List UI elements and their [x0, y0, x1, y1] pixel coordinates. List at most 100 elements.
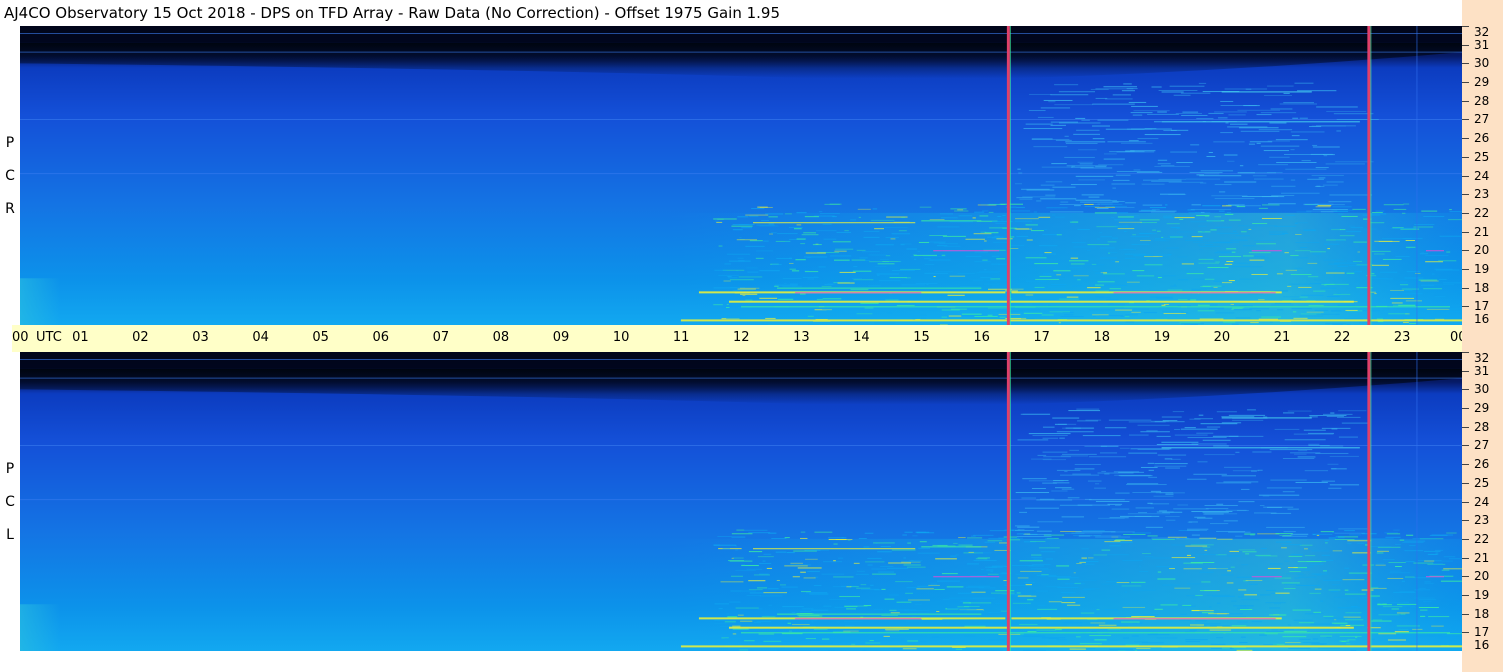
interference-band [1251, 250, 1282, 252]
freq-label: 29 [1474, 401, 1490, 416]
time-axis: 00 UTC 01 02 03 04 05 06 07 08 09 10 11 12 13 14 15 16 1… [12, 325, 1492, 352]
rcp-letter-p: P [5, 135, 15, 151]
interference-band [753, 222, 916, 224]
freq-label: 16 [1474, 638, 1490, 652]
time-label: 08 [492, 330, 510, 345]
freq-tick [1462, 63, 1469, 65]
freq-axis-gap [1462, 325, 1503, 352]
freq-tick [1462, 464, 1469, 466]
interference-band [777, 287, 982, 289]
freq-tick [1462, 501, 1469, 503]
freq-label: 21 [1474, 224, 1490, 239]
freq-label: 24 [1474, 168, 1490, 183]
interference-band [921, 546, 982, 548]
interference-band [680, 645, 1462, 648]
freq-tick [1462, 538, 1469, 540]
vertical-marker-edge [1370, 352, 1372, 651]
freq-tick [1462, 287, 1469, 289]
time-label: 11 [672, 330, 690, 345]
time-label-utc: UTC [36, 330, 62, 345]
time-label: 01 [72, 330, 89, 345]
left-edge-glow [20, 604, 60, 651]
freq-axis-footer [1462, 651, 1503, 672]
freq-label: 18 [1474, 606, 1490, 621]
lcp-letter-p: P [5, 461, 15, 477]
time-label: 05 [312, 330, 329, 345]
freq-label: 25 [1474, 475, 1490, 490]
time-label: 07 [432, 330, 450, 345]
vertical-marker-edge [1009, 352, 1011, 651]
freq-tick [1462, 100, 1469, 102]
frame-top-strip [1462, 0, 1503, 26]
freq-tick [1462, 370, 1469, 372]
interference-band [1425, 250, 1444, 252]
interference-band [777, 613, 982, 615]
freq-tick [1462, 194, 1469, 196]
freq-label: 26 [1474, 457, 1490, 472]
freq-label: 25 [1474, 149, 1490, 164]
freq-label: 32 [1474, 25, 1490, 39]
time-label: 06 [372, 330, 390, 345]
interference-band [933, 576, 1000, 578]
freq-tick [1462, 352, 1469, 353]
freq-tick [1462, 44, 1469, 46]
freq-tick [1462, 426, 1469, 428]
freq-label: 19 [1474, 261, 1490, 276]
time-label: 03 [192, 330, 209, 345]
time-label: 21 [1273, 330, 1291, 345]
lcp-spectrogram [20, 352, 1462, 651]
time-label: 15 [913, 330, 930, 345]
rcp-label: P C R [0, 26, 20, 325]
time-label: 04 [252, 330, 269, 345]
freq-label: 30 [1474, 56, 1490, 71]
freq-label: 31 [1474, 363, 1490, 378]
vertical-marker-edge [1009, 26, 1011, 325]
vertical-marker [1006, 26, 1010, 325]
interference-band [1221, 417, 1312, 419]
freq-tick [1462, 445, 1469, 447]
lcp-spectrogram-canvas [20, 352, 1462, 651]
interference-band [933, 250, 1000, 252]
freq-tick [1462, 175, 1469, 177]
freq-tick [1462, 557, 1469, 559]
freq-label: 21 [1474, 550, 1490, 565]
rcp-letter-c: C [5, 168, 15, 184]
freq-tick [1462, 212, 1469, 214]
left-edge-glow [20, 278, 60, 325]
time-label: 16 [973, 330, 990, 345]
freq-tick [1462, 250, 1469, 252]
freq-tick [1462, 576, 1469, 578]
interference-band [1251, 576, 1282, 578]
time-label: 17 [1033, 330, 1050, 345]
interference-band [795, 618, 922, 620]
freq-label: 27 [1474, 112, 1490, 127]
freq-tick [1462, 119, 1469, 121]
interference-band [728, 300, 1354, 303]
time-label: 14 [853, 330, 870, 345]
interference-band [1425, 576, 1444, 578]
freq-tick [1462, 306, 1469, 308]
freq-label: 27 [1474, 438, 1490, 453]
vertical-marker-edge [1370, 26, 1372, 325]
vertical-marker [1367, 352, 1371, 651]
freq-tick [1462, 82, 1469, 84]
freq-label: 23 [1474, 187, 1490, 202]
rcp-spectrogram-canvas [20, 26, 1462, 325]
interference-band [728, 626, 1354, 629]
freq-tick [1462, 408, 1469, 410]
freq-label: 19 [1474, 587, 1490, 602]
time-label: 23 [1393, 330, 1411, 345]
freq-axis-lcp: 32 31 30 29 28 27 26 25 24 23 22 21 20 19 18 17 16 [1462, 352, 1503, 652]
freq-tick [1462, 156, 1469, 158]
freq-tick [1462, 632, 1469, 634]
vertical-marker [1006, 352, 1010, 651]
freq-label: 23 [1474, 513, 1490, 528]
interference-band [753, 548, 916, 550]
interference-band [1113, 292, 1276, 294]
freq-label: 29 [1474, 75, 1490, 90]
freq-tick [1462, 520, 1469, 522]
freq-label: 18 [1474, 280, 1490, 295]
interference-band [795, 292, 922, 294]
freq-label: 22 [1474, 205, 1490, 220]
freq-tick [1462, 138, 1469, 140]
